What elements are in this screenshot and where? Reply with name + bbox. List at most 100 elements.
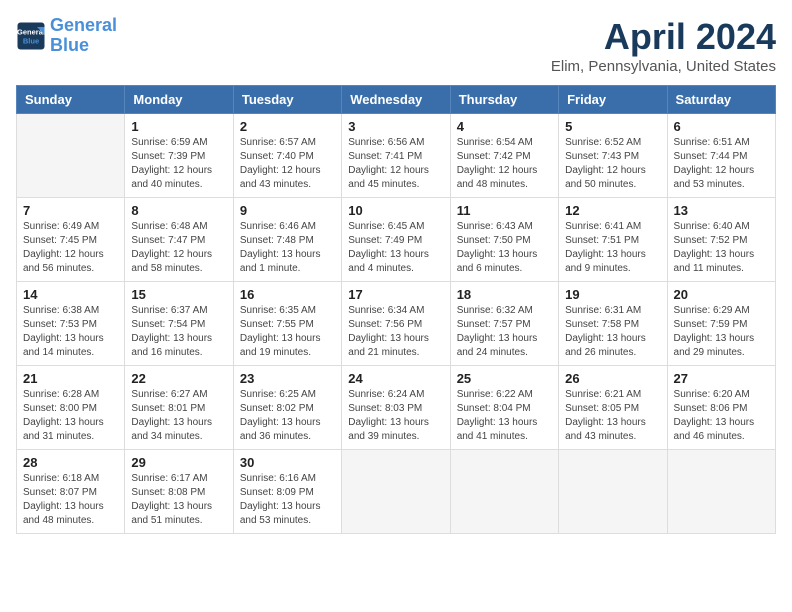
day-info: Sunrise: 6:51 AM Sunset: 7:44 PM Dayligh… xyxy=(674,136,769,192)
day-info: Sunrise: 6:34 AM Sunset: 7:56 PM Dayligh… xyxy=(348,304,443,360)
day-info: Sunrise: 6:54 AM Sunset: 7:42 PM Dayligh… xyxy=(457,136,552,192)
calendar-cell: 1Sunrise: 6:59 AM Sunset: 7:39 PM Daylig… xyxy=(125,114,233,198)
calendar-cell: 8 Sunrise: 6:48 AM Sunset: 7:47 PM Daylig… xyxy=(125,198,233,282)
day-number: 9 xyxy=(240,203,335,218)
day-info: Sunrise: 6:45 AM Sunset: 7:49 PM Dayligh… xyxy=(348,220,443,276)
day-info: Sunrise: 6:56 AM Sunset: 7:41 PM Dayligh… xyxy=(348,136,443,192)
day-number: 22 xyxy=(131,371,226,386)
calendar-cell: 7Sunrise: 6:49 AM Sunset: 7:45 PM Daylig… xyxy=(17,198,125,282)
calendar-cell: 18 Sunrise: 6:32 AM Sunset: 7:57 PM Dayli… xyxy=(450,282,558,366)
header-row: SundayMondayTuesdayWednesdayThursdayFrid… xyxy=(17,86,776,114)
day-number: 5 xyxy=(565,119,660,134)
day-info: Sunrise: 6:32 AM Sunset: 7:57 PM Dayligh… xyxy=(457,304,552,360)
day-number: 20 xyxy=(674,287,769,302)
logo-line2: Blue xyxy=(50,35,89,55)
day-header-tuesday: Tuesday xyxy=(233,86,341,114)
calendar-cell: 9 Sunrise: 6:46 AM Sunset: 7:48 PM Daylig… xyxy=(233,198,341,282)
empty-cell xyxy=(559,450,667,534)
logo-line1: General xyxy=(50,15,117,35)
day-info: Sunrise: 6:27 AM Sunset: 8:01 PM Dayligh… xyxy=(131,388,226,444)
day-number: 23 xyxy=(240,371,335,386)
day-header-monday: Monday xyxy=(125,86,233,114)
day-info: Sunrise: 6:59 AM Sunset: 7:39 PM Dayligh… xyxy=(131,136,226,192)
day-number: 14 xyxy=(23,287,118,302)
day-number: 4 xyxy=(457,119,552,134)
calendar-cell: 11 Sunrise: 6:43 AM Sunset: 7:50 PM Dayli… xyxy=(450,198,558,282)
day-header-wednesday: Wednesday xyxy=(342,86,450,114)
header: General Blue General Blue April 2024 Eli… xyxy=(16,16,776,75)
calendar-cell: 22 Sunrise: 6:27 AM Sunset: 8:01 PM Dayli… xyxy=(125,366,233,450)
day-number: 13 xyxy=(674,203,769,218)
day-number: 27 xyxy=(674,371,769,386)
day-number: 3 xyxy=(348,119,443,134)
day-header-friday: Friday xyxy=(559,86,667,114)
day-info: Sunrise: 6:29 AM Sunset: 7:59 PM Dayligh… xyxy=(674,304,769,360)
day-number: 24 xyxy=(348,371,443,386)
logo: General Blue General Blue xyxy=(16,16,117,56)
empty-cell xyxy=(667,450,775,534)
day-info: Sunrise: 6:48 AM Sunset: 7:47 PM Dayligh… xyxy=(131,220,226,276)
day-info: Sunrise: 6:49 AM Sunset: 7:45 PM Dayligh… xyxy=(23,220,118,276)
calendar-cell: 26Sunrise: 6:21 AM Sunset: 8:05 PM Dayli… xyxy=(559,366,667,450)
day-info: Sunrise: 6:28 AM Sunset: 8:00 PM Dayligh… xyxy=(23,388,118,444)
week-row-4: 21 Sunrise: 6:28 AM Sunset: 8:00 PM Dayli… xyxy=(17,366,776,450)
day-number: 28 xyxy=(23,455,118,470)
day-number: 21 xyxy=(23,371,118,386)
day-info: Sunrise: 6:17 AM Sunset: 8:08 PM Dayligh… xyxy=(131,472,226,528)
day-info: Sunrise: 6:37 AM Sunset: 7:54 PM Dayligh… xyxy=(131,304,226,360)
logo-text: General Blue xyxy=(50,16,117,56)
calendar-cell: 20 Sunrise: 6:29 AM Sunset: 7:59 PM Dayli… xyxy=(667,282,775,366)
day-info: Sunrise: 6:43 AM Sunset: 7:50 PM Dayligh… xyxy=(457,220,552,276)
logo-icon: General Blue xyxy=(16,21,46,51)
day-info: Sunrise: 6:21 AM Sunset: 8:05 PM Dayligh… xyxy=(565,388,660,444)
day-header-sunday: Sunday xyxy=(17,86,125,114)
day-number: 11 xyxy=(457,203,552,218)
day-info: Sunrise: 6:52 AM Sunset: 7:43 PM Dayligh… xyxy=(565,136,660,192)
calendar-cell: 6 Sunrise: 6:51 AM Sunset: 7:44 PM Daylig… xyxy=(667,114,775,198)
week-row-3: 14 Sunrise: 6:38 AM Sunset: 7:53 PM Dayli… xyxy=(17,282,776,366)
calendar-cell: 2Sunrise: 6:57 AM Sunset: 7:40 PM Daylig… xyxy=(233,114,341,198)
week-row-2: 7Sunrise: 6:49 AM Sunset: 7:45 PM Daylig… xyxy=(17,198,776,282)
day-info: Sunrise: 6:40 AM Sunset: 7:52 PM Dayligh… xyxy=(674,220,769,276)
week-row-5: 28 Sunrise: 6:18 AM Sunset: 8:07 PM Dayli… xyxy=(17,450,776,534)
calendar-cell: 17 Sunrise: 6:34 AM Sunset: 7:56 PM Dayli… xyxy=(342,282,450,366)
day-info: Sunrise: 6:16 AM Sunset: 8:09 PM Dayligh… xyxy=(240,472,335,528)
day-number: 15 xyxy=(131,287,226,302)
day-number: 6 xyxy=(674,119,769,134)
day-info: Sunrise: 6:31 AM Sunset: 7:58 PM Dayligh… xyxy=(565,304,660,360)
calendar-cell: 14 Sunrise: 6:38 AM Sunset: 7:53 PM Dayli… xyxy=(17,282,125,366)
day-number: 18 xyxy=(457,287,552,302)
day-info: Sunrise: 6:25 AM Sunset: 8:02 PM Dayligh… xyxy=(240,388,335,444)
location: Elim, Pennsylvania, United States xyxy=(551,58,776,75)
day-info: Sunrise: 6:24 AM Sunset: 8:03 PM Dayligh… xyxy=(348,388,443,444)
calendar-cell: 12 Sunrise: 6:41 AM Sunset: 7:51 PM Dayli… xyxy=(559,198,667,282)
calendar-cell: 19Sunrise: 6:31 AM Sunset: 7:58 PM Dayli… xyxy=(559,282,667,366)
calendar: SundayMondayTuesdayWednesdayThursdayFrid… xyxy=(16,85,776,534)
svg-text:Blue: Blue xyxy=(23,36,39,45)
day-number: 12 xyxy=(565,203,660,218)
calendar-cell: 5 Sunrise: 6:52 AM Sunset: 7:43 PM Daylig… xyxy=(559,114,667,198)
day-info: Sunrise: 6:46 AM Sunset: 7:48 PM Dayligh… xyxy=(240,220,335,276)
calendar-cell: 24 Sunrise: 6:24 AM Sunset: 8:03 PM Dayli… xyxy=(342,366,450,450)
calendar-cell: 15 Sunrise: 6:37 AM Sunset: 7:54 PM Dayli… xyxy=(125,282,233,366)
calendar-cell: 4 Sunrise: 6:54 AM Sunset: 7:42 PM Daylig… xyxy=(450,114,558,198)
calendar-cell: 23 Sunrise: 6:25 AM Sunset: 8:02 PM Dayli… xyxy=(233,366,341,450)
day-number: 17 xyxy=(348,287,443,302)
day-info: Sunrise: 6:22 AM Sunset: 8:04 PM Dayligh… xyxy=(457,388,552,444)
day-number: 8 xyxy=(131,203,226,218)
calendar-cell: 28 Sunrise: 6:18 AM Sunset: 8:07 PM Dayli… xyxy=(17,450,125,534)
week-row-1: 1Sunrise: 6:59 AM Sunset: 7:39 PM Daylig… xyxy=(17,114,776,198)
day-info: Sunrise: 6:41 AM Sunset: 7:51 PM Dayligh… xyxy=(565,220,660,276)
month-title: April 2024 xyxy=(551,16,776,58)
calendar-cell: 13 Sunrise: 6:40 AM Sunset: 7:52 PM Dayli… xyxy=(667,198,775,282)
day-info: Sunrise: 6:18 AM Sunset: 8:07 PM Dayligh… xyxy=(23,472,118,528)
day-number: 25 xyxy=(457,371,552,386)
calendar-cell: 16Sunrise: 6:35 AM Sunset: 7:55 PM Dayli… xyxy=(233,282,341,366)
day-info: Sunrise: 6:38 AM Sunset: 7:53 PM Dayligh… xyxy=(23,304,118,360)
calendar-cell: 27 Sunrise: 6:20 AM Sunset: 8:06 PM Dayli… xyxy=(667,366,775,450)
day-header-saturday: Saturday xyxy=(667,86,775,114)
empty-cell xyxy=(17,114,125,198)
day-number: 16 xyxy=(240,287,335,302)
calendar-cell: 10Sunrise: 6:45 AM Sunset: 7:49 PM Dayli… xyxy=(342,198,450,282)
day-info: Sunrise: 6:20 AM Sunset: 8:06 PM Dayligh… xyxy=(674,388,769,444)
